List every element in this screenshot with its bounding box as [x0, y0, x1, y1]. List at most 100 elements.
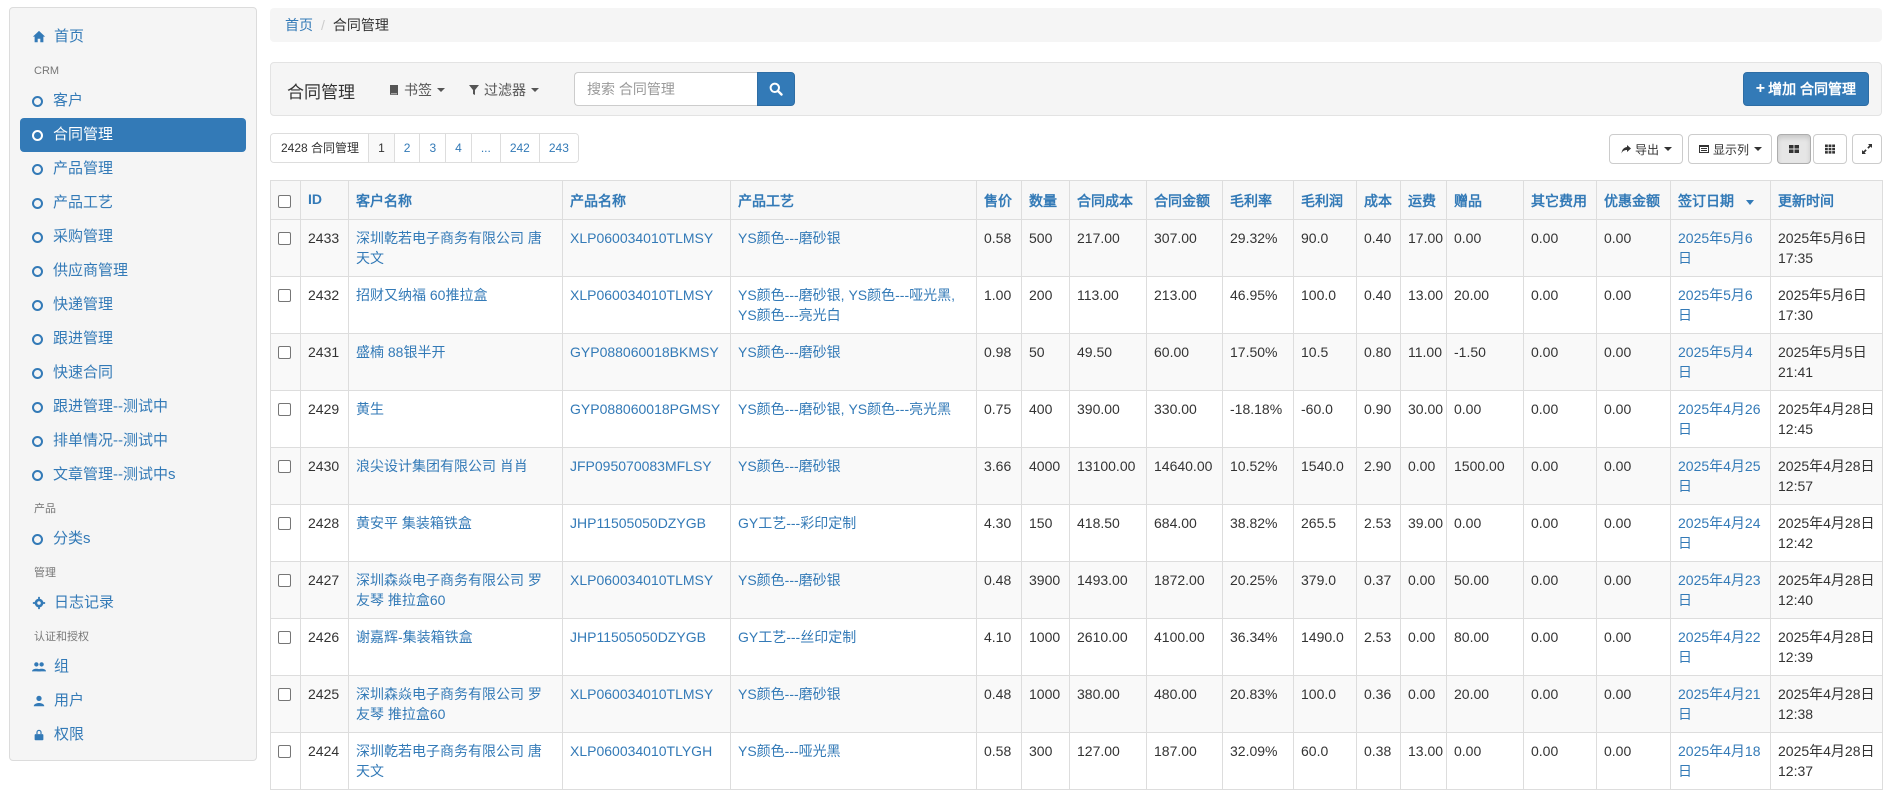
table-cell[interactable]: YS颜色---磨砂银	[730, 219, 977, 277]
column-header[interactable]: 更新时间	[1770, 180, 1883, 220]
column-header[interactable]: 成本	[1356, 180, 1401, 220]
table-cell[interactable]: 2025年5月4日	[1670, 333, 1771, 391]
sidebar-item[interactable]: 快递管理	[20, 288, 246, 322]
table-cell[interactable]: 谢嘉辉-集装箱铁盒	[348, 618, 563, 676]
column-header[interactable]: 毛利润	[1293, 180, 1357, 220]
bookmarks-dropdown[interactable]: 书签	[388, 80, 445, 100]
table-cell[interactable]: 黄安平 集装箱铁盒	[348, 504, 563, 562]
column-header[interactable]: 赠品	[1446, 180, 1524, 220]
row-checkbox[interactable]	[278, 745, 291, 758]
column-header[interactable]: 产品工艺	[730, 180, 977, 220]
select-all-checkbox[interactable]	[278, 195, 291, 208]
fullscreen-button[interactable]	[1852, 134, 1882, 164]
sidebar-item-home[interactable]: 首页	[20, 20, 246, 54]
row-checkbox[interactable]	[278, 574, 291, 587]
row-checkbox[interactable]	[278, 346, 291, 359]
sidebar-item[interactable]: 合同管理	[20, 118, 246, 152]
table-cell[interactable]: GY工艺---丝印定制	[730, 618, 977, 676]
table-cell[interactable]: 2025年4月23日	[1670, 561, 1771, 619]
column-header[interactable]: 产品名称	[562, 180, 731, 220]
sidebar-item[interactable]: 权限	[20, 718, 246, 752]
table-cell[interactable]: YS颜色---磨砂银, YS颜色---亮光黑	[730, 390, 977, 448]
sidebar-item[interactable]: 快速合同	[20, 356, 246, 390]
add-contract-button[interactable]: + 增加 合同管理	[1742, 72, 1869, 106]
page-link[interactable]: 3	[420, 134, 447, 162]
column-header[interactable]: 优惠金额	[1596, 180, 1671, 220]
list-view-button[interactable]	[1777, 134, 1811, 164]
column-header[interactable]: 合同成本	[1069, 180, 1147, 220]
column-header[interactable]: 毛利率	[1222, 180, 1294, 220]
table-cell[interactable]: XLP060034010TLMSY	[562, 219, 731, 277]
page-link[interactable]: 2	[394, 134, 421, 162]
table-cell[interactable]: 2025年4月18日	[1670, 732, 1771, 790]
row-checkbox[interactable]	[278, 232, 291, 245]
table-cell[interactable]: 2025年4月25日	[1670, 447, 1771, 505]
column-header[interactable]: 签订日期	[1670, 180, 1771, 220]
column-header[interactable]: 运费	[1400, 180, 1447, 220]
columns-button[interactable]: 显示列	[1688, 134, 1772, 164]
search-button[interactable]	[757, 72, 795, 106]
sidebar-item[interactable]: 日志记录	[20, 586, 246, 620]
sidebar-item[interactable]: 文章管理--测试中s	[20, 458, 246, 492]
search-input[interactable]	[574, 72, 757, 106]
column-header[interactable]: 数量	[1021, 180, 1070, 220]
column-header[interactable]: ID	[300, 180, 349, 220]
table-cell[interactable]: YS颜色---磨砂银	[730, 333, 977, 391]
table-cell[interactable]: 2025年4月26日	[1670, 390, 1771, 448]
table-cell[interactable]: YS颜色---磨砂银, YS颜色---哑光黑, YS颜色---亮光白	[730, 276, 977, 334]
column-header[interactable]: 售价	[976, 180, 1022, 220]
table-cell[interactable]: 2025年4月24日	[1670, 504, 1771, 562]
table-cell[interactable]: 深圳森焱电子商务有限公司 罗友琴 推拉盒60	[348, 675, 563, 733]
row-checkbox[interactable]	[278, 403, 291, 416]
table-cell[interactable]: YS颜色---哑光黑	[730, 732, 977, 790]
table-cell[interactable]: XLP060034010TLYGH	[562, 732, 731, 790]
row-checkbox[interactable]	[278, 631, 291, 644]
table-cell[interactable]: 深圳乾若电子商务有限公司 唐天文	[348, 219, 563, 277]
sidebar-item[interactable]: 分类s	[20, 522, 246, 556]
table-cell[interactable]: JFP095070083MFLSY	[562, 447, 731, 505]
row-checkbox[interactable]	[278, 460, 291, 473]
page-link[interactable]: 243	[539, 134, 578, 162]
table-cell[interactable]: GYP088060018PGMSY	[562, 390, 731, 448]
table-cell[interactable]: 黄生	[348, 390, 563, 448]
export-button[interactable]: 导出	[1609, 134, 1683, 164]
sidebar-item[interactable]: 产品工艺	[20, 186, 246, 220]
table-cell[interactable]: XLP060034010TLMSY	[562, 276, 731, 334]
sidebar-item[interactable]: 采购管理	[20, 220, 246, 254]
row-checkbox[interactable]	[278, 688, 291, 701]
table-cell[interactable]: YS颜色---磨砂银	[730, 675, 977, 733]
breadcrumb-home-link[interactable]: 首页	[285, 17, 313, 33]
column-header[interactable]: 客户名称	[348, 180, 563, 220]
sidebar-item[interactable]: 供应商管理	[20, 254, 246, 288]
sidebar-item[interactable]: 跟进管理	[20, 322, 246, 356]
table-cell[interactable]: 深圳乾若电子商务有限公司 唐天文	[348, 732, 563, 790]
table-cell[interactable]: 2025年5月6日	[1670, 219, 1771, 277]
grid-view-button[interactable]	[1813, 134, 1847, 164]
sidebar-item[interactable]: 组	[20, 650, 246, 684]
page-link[interactable]: 4	[446, 134, 472, 162]
table-cell[interactable]: 2025年5月6日	[1670, 276, 1771, 334]
page-link[interactable]: ...	[471, 134, 501, 162]
column-header[interactable]: 合同金额	[1146, 180, 1223, 220]
column-header[interactable]: 其它费用	[1523, 180, 1597, 220]
table-cell[interactable]: YS颜色---磨砂银	[730, 447, 977, 505]
table-cell[interactable]: 深圳森焱电子商务有限公司 罗友琴 推拉盒60	[348, 561, 563, 619]
table-cell[interactable]: XLP060034010TLMSY	[562, 675, 731, 733]
page-link[interactable]: 1	[369, 134, 395, 162]
table-cell[interactable]: 招财又纳福 60推拉盒	[348, 276, 563, 334]
table-cell[interactable]: JHP11505050DZYGB	[562, 618, 731, 676]
row-checkbox[interactable]	[278, 289, 291, 302]
table-cell[interactable]: 2025年4月21日	[1670, 675, 1771, 733]
table-cell[interactable]: JHP11505050DZYGB	[562, 504, 731, 562]
table-cell[interactable]: YS颜色---磨砂银	[730, 561, 977, 619]
filters-dropdown[interactable]: 过滤器	[468, 80, 539, 100]
table-cell[interactable]: XLP060034010TLMSY	[562, 561, 731, 619]
table-cell[interactable]: 浪尖设计集团有限公司 肖肖	[348, 447, 563, 505]
table-cell[interactable]: 盛楠 88银半开	[348, 333, 563, 391]
row-checkbox[interactable]	[278, 517, 291, 530]
sidebar-item[interactable]: 用户	[20, 684, 246, 718]
sidebar-item[interactable]: 跟进管理--测试中	[20, 390, 246, 424]
table-cell[interactable]: GY工艺---彩印定制	[730, 504, 977, 562]
table-cell[interactable]: 2025年4月22日	[1670, 618, 1771, 676]
sidebar-item[interactable]: 产品管理	[20, 152, 246, 186]
